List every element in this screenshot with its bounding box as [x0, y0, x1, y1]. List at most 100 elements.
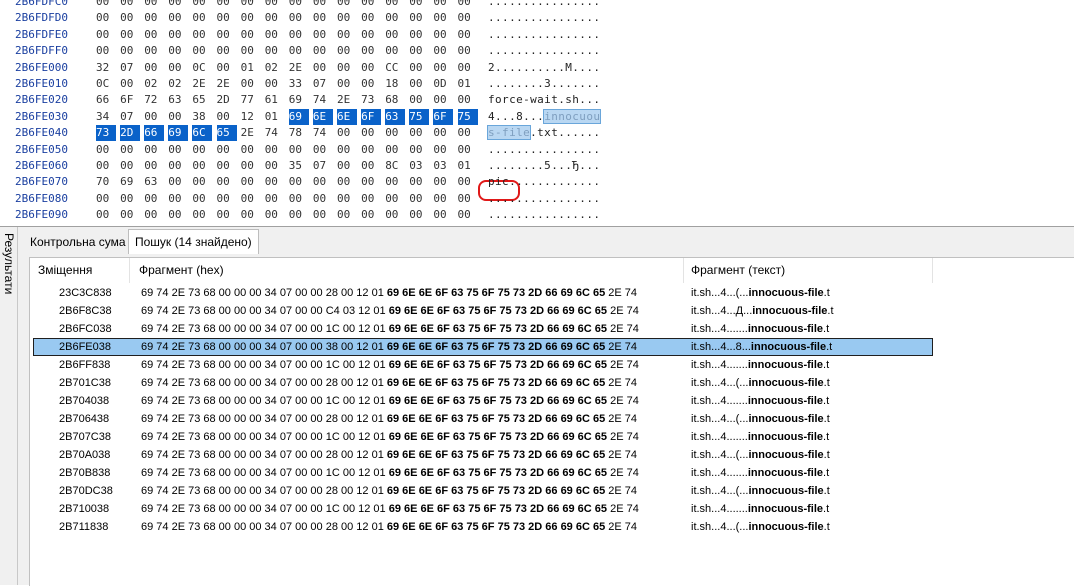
hex-byte[interactable]: 6E	[312, 108, 333, 125]
hex-byte[interactable]: 00	[337, 27, 357, 43]
hex-byte[interactable]: 00	[385, 27, 405, 43]
hex-byte[interactable]: 2E	[192, 76, 212, 92]
table-row[interactable]: 2B701C38 69 74 2E 73 68 00 00 00 34 07 00…	[30, 374, 1074, 392]
hex-byte[interactable]: 00	[385, 142, 405, 158]
hex-byte[interactable]: 00	[313, 0, 333, 10]
hex-byte[interactable]: 00	[217, 60, 237, 76]
hex-byte[interactable]: 00	[217, 109, 237, 125]
hex-byte[interactable]: 2E	[217, 76, 237, 92]
hex-byte[interactable]: 00	[385, 191, 405, 207]
hex-byte[interactable]: 68	[385, 92, 405, 108]
hex-byte[interactable]: 00	[241, 43, 261, 59]
hex-byte[interactable]: 07	[313, 158, 333, 174]
hex-byte[interactable]: 00	[289, 43, 309, 59]
hex-byte[interactable]: 6F	[361, 108, 382, 125]
hex-byte[interactable]: 03	[433, 158, 453, 174]
hex-byte[interactable]: 69	[120, 174, 140, 190]
hex-row-ascii[interactable]: force-wait.sh...	[488, 92, 600, 108]
hex-byte[interactable]: 00	[144, 43, 164, 59]
hex-byte[interactable]: 00	[409, 92, 429, 108]
hex-byte[interactable]: 00	[96, 142, 116, 158]
hex-byte[interactable]: 01	[265, 109, 285, 125]
hex-byte[interactable]: 35	[289, 158, 309, 174]
hex-byte[interactable]: 00	[192, 142, 212, 158]
hex-byte[interactable]: 00	[265, 43, 285, 59]
hex-byte[interactable]: 63	[385, 108, 406, 125]
hex-byte[interactable]: 63	[168, 92, 188, 108]
hex-byte[interactable]: 34	[96, 109, 116, 125]
hex-byte[interactable]: 00	[96, 0, 116, 10]
table-row[interactable]: 2B706438 69 74 2E 73 68 00 00 00 34 07 00…	[30, 410, 1074, 428]
hex-byte[interactable]: 00	[120, 76, 140, 92]
hex-row[interactable]: 2B6FE030 34 07 00 00 38 00 12 01 69 6E 6E 6F 63 75 6F 75…	[0, 108, 1074, 125]
hex-byte[interactable]: 00	[144, 158, 164, 174]
hex-row[interactable]: 2B6FE060 00 00 00 00 00 00 00 00 35 07 00 00 8C 03 03 01…	[0, 158, 1074, 174]
table-row[interactable]: 2B70DC38 69 74 2E 73 68 00 00 00 34 07 00…	[30, 482, 1074, 500]
hex-byte[interactable]: 00	[433, 191, 453, 207]
hex-byte[interactable]: 00	[192, 158, 212, 174]
hex-row-ascii[interactable]: ................	[488, 0, 600, 10]
hex-byte[interactable]: 07	[120, 60, 140, 76]
hex-byte[interactable]: 00	[217, 10, 237, 26]
hex-byte[interactable]: 00	[361, 0, 381, 10]
hex-byte[interactable]: 00	[361, 191, 381, 207]
hex-row[interactable]: 2B6FE000 32 07 00 00 0C 00 01 02 2E 00 00 00 CC 00 00 00…	[0, 60, 1074, 76]
column-header-offset[interactable]: Зміщення	[30, 258, 130, 283]
hex-row[interactable]: 2B6FE050 00 00 00 00 00 00 00 00 00 00 00 00 00 00 00 00…	[0, 142, 1074, 158]
hex-byte[interactable]: 00	[289, 27, 309, 43]
hex-row[interactable]: 2B6FE020 66 6F 72 63 65 2D 77 61 69 74 2E 73 68 00 00 00…	[0, 92, 1074, 108]
hex-byte[interactable]: 00	[192, 191, 212, 207]
hex-byte[interactable]: 2E	[289, 60, 309, 76]
hex-byte[interactable]: 00	[144, 0, 164, 10]
hex-byte[interactable]: 00	[313, 207, 333, 223]
hex-byte[interactable]: 00	[168, 207, 188, 223]
hex-byte[interactable]: 00	[265, 174, 285, 190]
hex-byte[interactable]: 00	[144, 207, 164, 223]
hex-byte[interactable]: 00	[241, 76, 261, 92]
hex-byte[interactable]: 00	[120, 10, 140, 26]
hex-byte[interactable]: 00	[217, 158, 237, 174]
hex-byte[interactable]: 00	[96, 191, 116, 207]
hex-byte[interactable]: 00	[409, 10, 429, 26]
hex-byte[interactable]: 66	[96, 92, 116, 108]
hex-byte[interactable]: 69	[168, 125, 189, 142]
hex-byte[interactable]: 00	[96, 158, 116, 174]
hex-byte[interactable]: 32	[96, 60, 116, 76]
hex-byte[interactable]: 00	[96, 27, 116, 43]
hex-byte[interactable]: 00	[361, 174, 381, 190]
hex-byte[interactable]: 00	[337, 0, 357, 10]
hex-byte[interactable]: 00	[458, 43, 478, 59]
hex-byte[interactable]: 02	[144, 76, 164, 92]
hex-byte[interactable]: 00	[385, 43, 405, 59]
hex-byte[interactable]: 00	[96, 10, 116, 26]
hex-byte[interactable]: 38	[192, 109, 212, 125]
hex-row-ascii[interactable]: ................	[488, 191, 600, 207]
hex-byte[interactable]: 2E	[241, 125, 261, 141]
hex-byte[interactable]: 00	[337, 158, 357, 174]
hex-row-ascii[interactable]: ........5...Ђ...	[488, 158, 600, 174]
hex-byte[interactable]: 00	[313, 27, 333, 43]
hex-byte[interactable]: 00	[241, 158, 261, 174]
hex-byte[interactable]: 00	[313, 174, 333, 190]
hex-byte[interactable]: 00	[313, 191, 333, 207]
hex-byte[interactable]: 00	[433, 174, 453, 190]
hex-byte[interactable]: 00	[289, 10, 309, 26]
hex-byte[interactable]: 63	[144, 174, 164, 190]
hex-byte[interactable]: 00	[144, 191, 164, 207]
table-row[interactable]: 2B70A038 69 74 2E 73 68 00 00 00 34 07 00…	[30, 446, 1074, 464]
hex-byte[interactable]: 01	[458, 158, 478, 174]
hex-byte[interactable]: 78	[289, 125, 309, 141]
hex-row-ascii[interactable]: s-file.txt......	[486, 125, 600, 141]
hex-byte[interactable]: 00	[120, 191, 140, 207]
hex-byte[interactable]: 00	[458, 191, 478, 207]
hex-byte[interactable]: 00	[120, 207, 140, 223]
hex-byte[interactable]: 00	[144, 109, 164, 125]
hex-byte[interactable]: 00	[168, 10, 188, 26]
hex-row[interactable]: 2B6FE010 0C 00 02 02 2E 2E 00 00 33 07 00 00 18 00 0D 01…	[0, 76, 1074, 92]
hex-byte[interactable]: 00	[144, 27, 164, 43]
hex-byte[interactable]: 00	[385, 174, 405, 190]
hex-byte[interactable]: 00	[458, 125, 478, 141]
hex-byte[interactable]: 69	[288, 108, 309, 125]
hex-byte[interactable]: 00	[192, 27, 212, 43]
hex-byte[interactable]: 00	[265, 207, 285, 223]
